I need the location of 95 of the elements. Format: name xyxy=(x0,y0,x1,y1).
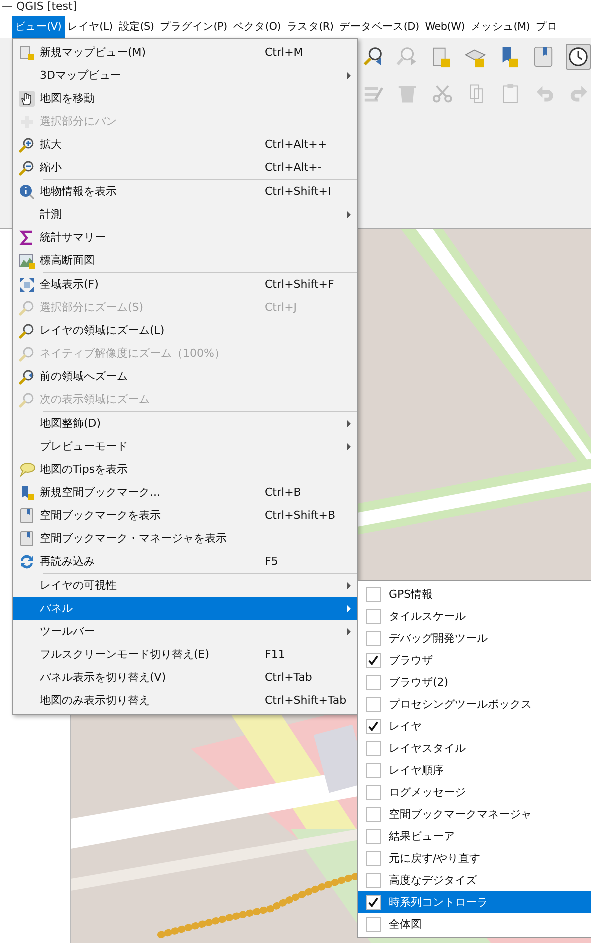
menu-item[interactable]: レイヤ xyxy=(358,715,591,737)
menu-item[interactable]: GPS情報 xyxy=(358,583,591,605)
info-icon xyxy=(19,184,35,200)
window-title: — QGIS [test] xyxy=(0,0,591,16)
menu-bar-item[interactable]: データベース(D) xyxy=(336,16,422,38)
checkbox[interactable] xyxy=(366,608,381,624)
checkbox[interactable] xyxy=(366,674,381,690)
checkbox[interactable] xyxy=(366,586,381,602)
submenu-arrow-icon xyxy=(347,443,351,451)
menu-item[interactable]: 地図を移動 xyxy=(13,87,357,110)
menu-item[interactable]: レイヤスタイル xyxy=(358,737,591,759)
menu-bar-item[interactable]: ラスタ(R) xyxy=(284,16,337,38)
submenu-arrow-icon xyxy=(347,211,351,219)
menu-item[interactable]: 地図整飾(D) xyxy=(13,412,357,435)
menu-bar-item[interactable]: プロ xyxy=(533,16,561,38)
checkbox[interactable] xyxy=(366,872,381,888)
checkbox[interactable] xyxy=(366,850,381,866)
menu-item[interactable]: 空間ブックマーク・マネージャを表示 xyxy=(13,527,357,550)
zoom-out-icon xyxy=(19,160,35,176)
submenu-arrow-icon xyxy=(347,582,351,590)
menu-item[interactable]: パネル表示を切り替え(V) Ctrl+Tab xyxy=(13,666,357,689)
menu-item[interactable]: 縮小 Ctrl+Alt+- xyxy=(13,156,357,179)
menu-bar-item[interactable]: 設定(S) xyxy=(116,16,158,38)
menu-bar-item[interactable]: レイヤ(L) xyxy=(64,16,116,38)
menu-item[interactable]: 空間ブックマークを表示 Ctrl+Shift+B xyxy=(13,504,357,527)
bookmark-icon xyxy=(19,484,35,500)
hand-icon xyxy=(19,90,35,106)
menu-item[interactable]: 再読み込み F5 xyxy=(13,550,357,573)
menu-item[interactable]: 3Dマップビュー xyxy=(13,64,357,87)
menu-item[interactable]: フルスクリーンモード切り替え(E) F11 xyxy=(13,643,357,666)
menu-bar-item[interactable]: メッシュ(M) xyxy=(468,16,534,38)
checkbox[interactable] xyxy=(366,916,381,932)
menu-item[interactable]: プロセシングツールボックス xyxy=(358,693,591,715)
book-icon xyxy=(19,508,35,524)
menu-item[interactable]: タイルスケール xyxy=(358,605,591,627)
checkbox[interactable] xyxy=(366,828,381,844)
menu-item[interactable]: レイヤの可視性 xyxy=(13,574,357,597)
menu-item[interactable]: 統計サマリー xyxy=(13,226,357,249)
magnifier-icon xyxy=(19,300,35,316)
checkbox[interactable] xyxy=(366,652,381,668)
menu-item[interactable]: 地図のTipsを表示 xyxy=(13,458,357,481)
magnifier-icon xyxy=(19,346,35,362)
menu-item[interactable]: レイヤ順序 xyxy=(358,759,591,781)
checkbox[interactable] xyxy=(366,762,381,778)
menu-item[interactable]: ブラウザ(2) xyxy=(358,671,591,693)
clock-icon[interactable] xyxy=(566,44,591,70)
checkbox[interactable] xyxy=(366,630,381,646)
menu-item[interactable]: 計測 xyxy=(13,203,357,226)
menu-item[interactable]: ブラウザ xyxy=(358,649,591,671)
full-extent-icon xyxy=(19,276,35,292)
menu-item[interactable]: 新規空間ブックマーク... Ctrl+B xyxy=(13,481,357,504)
menu-bar-item[interactable]: ベクタ(O) xyxy=(230,16,284,38)
checkbox[interactable] xyxy=(366,894,381,910)
checkbox[interactable] xyxy=(366,806,381,822)
submenu-arrow-icon xyxy=(347,420,351,428)
menu-item[interactable]: パネル xyxy=(13,597,357,620)
menu-item[interactable]: レイヤの領域にズーム(L) xyxy=(13,319,357,342)
menu-item[interactable]: 新規マップビュー(M) Ctrl+M xyxy=(13,41,357,64)
menu-item[interactable]: 時系列コントローラ xyxy=(358,891,591,913)
zoom-in-icon xyxy=(19,136,35,152)
map-view-icon xyxy=(19,44,35,60)
book-icon[interactable] xyxy=(532,45,555,69)
menu-item[interactable]: デバッグ開発ツール xyxy=(358,627,591,649)
magnifier-icon xyxy=(19,368,35,384)
book-icon xyxy=(19,530,35,546)
checkbox[interactable] xyxy=(366,784,381,800)
menu-bar-item[interactable]: Web(W) xyxy=(422,16,468,38)
speech-bubble-icon xyxy=(19,462,35,478)
menu-item[interactable]: 空間ブックマークマネージャ xyxy=(358,803,591,825)
submenu-arrow-icon xyxy=(347,605,351,613)
menu-bar-item[interactable]: プラグイン(P) xyxy=(157,16,230,38)
refresh-icon xyxy=(19,554,35,570)
checkbox[interactable] xyxy=(366,718,381,734)
checkbox[interactable] xyxy=(366,696,381,712)
menu-item[interactable]: 拡大 Ctrl+Alt++ xyxy=(13,133,357,156)
menu-item[interactable]: 前の領域へズーム xyxy=(13,365,357,388)
profile-icon xyxy=(19,252,35,268)
submenu-arrow-icon xyxy=(347,72,351,80)
menu-item[interactable]: 結果ビューア xyxy=(358,825,591,847)
menu-item[interactable]: ログメッセージ xyxy=(358,781,591,803)
menu-item[interactable]: 地物情報を表示 Ctrl+Shift+I xyxy=(13,180,357,203)
menu-bar-item[interactable]: ビュー(V) xyxy=(12,16,65,38)
menu-item[interactable]: 元に戻す/やり直す xyxy=(358,847,591,869)
menu-item[interactable]: 標高断面図 xyxy=(13,249,357,272)
magnifier-icon xyxy=(19,392,35,408)
magnifier-icon xyxy=(19,322,35,338)
menu-item[interactable]: 全体図 xyxy=(358,913,591,935)
submenu-arrow-icon xyxy=(347,628,351,636)
menu-item[interactable]: 全域表示(F) Ctrl+Shift+F xyxy=(13,273,357,296)
sigma-icon xyxy=(19,230,35,246)
menu-item[interactable]: ツールバー xyxy=(13,620,357,643)
menu-item[interactable]: プレビューモード xyxy=(13,435,357,458)
checkbox[interactable] xyxy=(366,740,381,756)
menu-item[interactable]: 高度なデジタイズ xyxy=(358,869,591,891)
menu-item[interactable]: 地図のみ表示切り替え Ctrl+Shift+Tab xyxy=(13,689,357,712)
